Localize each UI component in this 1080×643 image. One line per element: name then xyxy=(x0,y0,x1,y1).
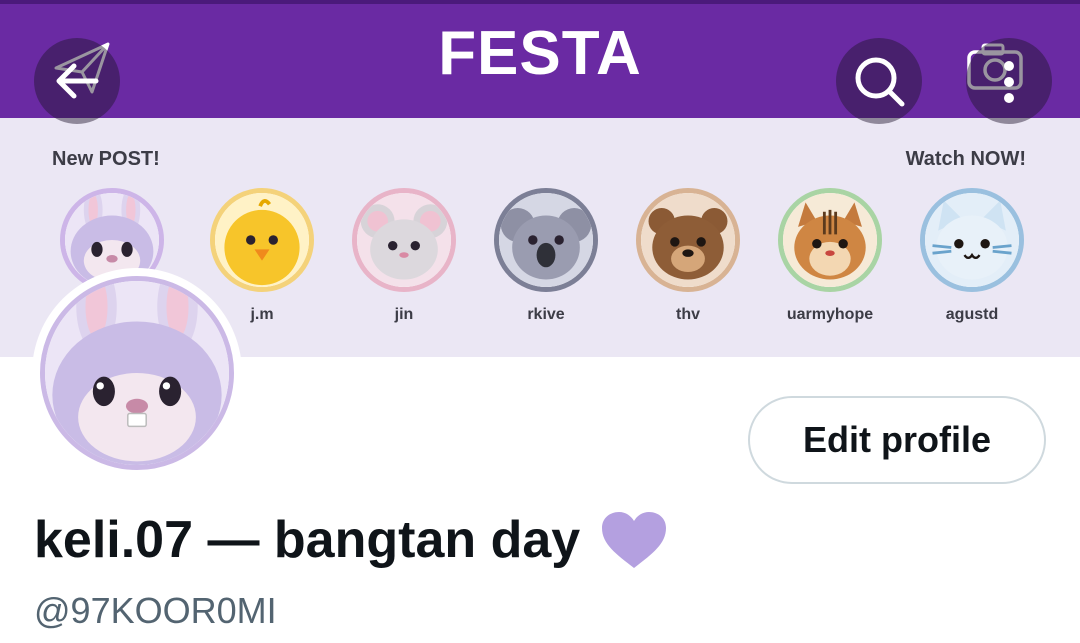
more-vertical-icon xyxy=(1004,61,1014,103)
squirrel-emoji-icon xyxy=(778,188,882,292)
search-button[interactable] xyxy=(836,38,922,124)
mouse-emoji-icon xyxy=(352,188,456,292)
story-name: thv xyxy=(676,306,700,323)
story-item[interactable]: rkive xyxy=(486,188,606,324)
story-item[interactable]: thv xyxy=(628,188,748,324)
story-item[interactable]: uarmyhope xyxy=(770,188,890,324)
display-name-text: keli.07 — bangtan day xyxy=(34,511,581,569)
story-name: jin xyxy=(394,306,414,323)
search-icon xyxy=(855,57,905,107)
arrow-left-icon xyxy=(56,63,99,99)
new-post-label: New POST! xyxy=(52,148,160,170)
profile-handle: @97KOOR0MI xyxy=(34,590,277,631)
story-name: agustd xyxy=(945,306,999,323)
story-item[interactable]: agustd xyxy=(912,188,1032,324)
profile-display-name: keli.07 — bangtan day xyxy=(34,508,670,572)
story-name: rkive xyxy=(527,306,565,323)
profile-avatar[interactable] xyxy=(32,268,242,478)
watch-now-label: Watch NOW! xyxy=(905,148,1026,170)
story-name: uarmyhope xyxy=(786,306,874,323)
story-item[interactable]: j.m xyxy=(202,188,322,324)
cat-emoji-icon xyxy=(920,188,1024,292)
bunny-emoji-icon xyxy=(40,276,234,470)
koala-emoji-icon xyxy=(494,188,598,292)
chick-emoji-icon xyxy=(210,188,314,292)
more-button[interactable] xyxy=(966,38,1052,124)
edit-profile-button[interactable]: Edit profile xyxy=(748,396,1046,484)
story-item[interactable]: jin xyxy=(344,188,464,324)
purple-heart-icon xyxy=(602,512,667,568)
back-button[interactable] xyxy=(34,38,120,124)
bear-emoji-icon xyxy=(636,188,740,292)
